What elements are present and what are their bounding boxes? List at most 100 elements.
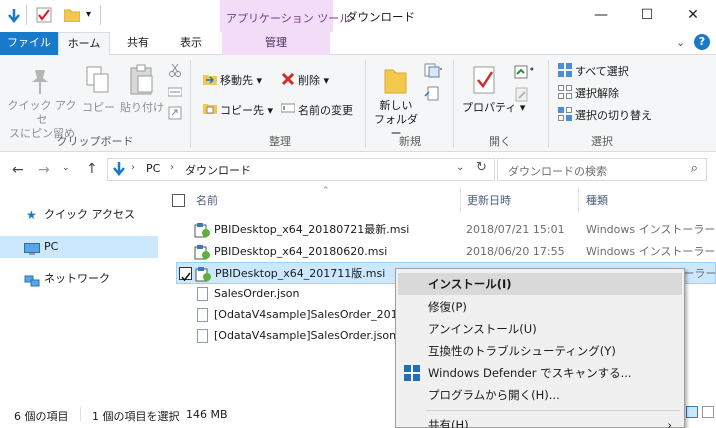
properties-icon: [472, 64, 498, 96]
column-header-type[interactable]: 種類: [586, 192, 608, 210]
cut-icon[interactable]: [168, 63, 182, 77]
quick-access-down-arrow-icon[interactable]: [6, 8, 22, 24]
clipboard-group-label: クリップボード: [56, 135, 134, 148]
file-name: PBIDesktop_x64_20180721最新.msi: [214, 223, 410, 236]
copy-to-button[interactable]: コピー先 ▾: [220, 102, 273, 118]
large-icons-view-icon[interactable]: [702, 406, 714, 418]
menu-item-repair[interactable]: 修復(P): [398, 296, 682, 318]
menu-item-open-with[interactable]: プログラムから開く(H)...: [398, 384, 682, 406]
pin-icon: [28, 66, 52, 96]
tab-share[interactable]: 共有: [118, 32, 158, 55]
select-group-label: 選択: [591, 135, 613, 148]
search-icon: ⌕: [690, 161, 698, 176]
new-folder-icon[interactable]: [63, 8, 81, 23]
nav-label-pc: PC: [44, 240, 59, 253]
tab-view[interactable]: 表示: [170, 32, 212, 55]
paste-shortcut-icon[interactable]: [168, 106, 182, 120]
status-size: 146 MB: [186, 408, 228, 421]
move-to-button[interactable]: 移動先 ▾: [220, 72, 262, 88]
address-dropdown-icon[interactable]: ⌄: [456, 162, 464, 173]
copy-icon: [85, 65, 111, 95]
menu-item-install[interactable]: インストール(I): [398, 273, 682, 295]
rename-button[interactable]: 名前の変更: [298, 102, 353, 118]
tab-home[interactable]: ホーム: [58, 32, 110, 56]
column-divider[interactable]: [460, 188, 461, 212]
nav-item-quick-access[interactable]: ★ クイック アクセス: [0, 204, 158, 226]
close-button[interactable]: ✕: [670, 0, 716, 30]
file-row[interactable]: PBIDesktop_x64_20180620.msi 2018/06/20 1…: [176, 241, 716, 263]
json-file-icon: [197, 308, 208, 322]
column-header-name[interactable]: 名前: [196, 192, 218, 210]
search-input[interactable]: ダウンロードの検索 ⌕: [497, 158, 707, 181]
sort-indicator-icon: ⌃: [322, 186, 330, 196]
json-file-icon: [197, 329, 208, 343]
breadcrumb-pc[interactable]: PC: [146, 162, 160, 175]
recent-locations-icon[interactable]: ⌄: [62, 163, 70, 173]
up-arrow-icon[interactable]: ↑: [86, 161, 98, 177]
forward-arrow-icon[interactable]: →: [38, 162, 50, 178]
column-divider[interactable]: [578, 188, 579, 212]
details-view-icon[interactable]: [686, 406, 698, 418]
open-icon[interactable]: [514, 62, 534, 80]
minimize-button[interactable]: —: [578, 0, 624, 30]
tab-file[interactable]: ファイル: [0, 32, 58, 55]
file-type: Windows インストーラー パッ: [586, 223, 716, 236]
customize-qat-icon[interactable]: ▾: [86, 9, 91, 20]
select-none-button[interactable]: 選択解除: [575, 85, 619, 101]
menu-item-share[interactable]: 共有(H) ›: [398, 414, 682, 428]
maximize-button[interactable]: ☐: [624, 0, 670, 30]
new-folder-large-icon: [382, 64, 408, 96]
copy-button[interactable]: コピー: [82, 99, 115, 115]
back-arrow-icon[interactable]: ←: [12, 162, 24, 178]
status-selected: 1 個の項目を選択: [92, 410, 180, 423]
delete-button[interactable]: 削除 ▾: [298, 72, 329, 88]
delete-icon: [281, 72, 295, 86]
open-group-label: 開く: [489, 135, 511, 148]
windows-defender-icon: [404, 365, 420, 381]
window-title: ダウンロード: [346, 10, 415, 24]
status-divider: [80, 407, 81, 421]
file-date: 2018/06/20 17:55: [466, 245, 565, 258]
tab-manage[interactable]: 管理: [222, 32, 330, 55]
breadcrumb-chevron-icon[interactable]: ›: [131, 162, 135, 173]
json-file-icon: [197, 287, 208, 301]
maximize-icon: ☐: [640, 7, 654, 23]
breadcrumb-chevron-icon[interactable]: ›: [170, 162, 174, 173]
menu-item-uninstall[interactable]: アンインストール(U): [398, 318, 682, 340]
nav-item-network[interactable]: ネットワーク: [0, 268, 158, 290]
easy-access-icon[interactable]: [424, 86, 442, 102]
nav-item-pc[interactable]: PC: [0, 236, 158, 258]
refresh-icon[interactable]: ↻: [476, 160, 487, 175]
invert-selection-icon: [558, 107, 572, 121]
select-all-checkbox[interactable]: [172, 194, 185, 207]
select-all-button[interactable]: すべて選択: [575, 63, 629, 79]
file-name: PBIDesktop_x64_20180620.msi: [214, 245, 388, 258]
status-item-count: 6 個の項目: [14, 410, 69, 423]
new-item-icon[interactable]: [424, 63, 442, 79]
ribbon-collapse-icon[interactable]: ⌄: [676, 36, 685, 49]
help-icon: ?: [698, 35, 706, 48]
invert-selection-button[interactable]: 選択の切り替え: [575, 107, 652, 123]
menu-item-defender-scan[interactable]: Windows Defender でスキャンする...: [398, 362, 682, 384]
select-all-icon: [558, 63, 572, 77]
row-checkbox-checked[interactable]: [179, 267, 192, 282]
context-menu: インストール(I) 修復(P) アンインストール(U) 互換性のトラブルシューテ…: [395, 268, 685, 428]
ribbon-separator: [453, 60, 454, 148]
select-none-icon: [558, 85, 572, 99]
address-bar[interactable]: [107, 158, 495, 181]
menu-item-troubleshoot-compatibility[interactable]: 互換性のトラブルシューティング(Y): [398, 340, 682, 362]
file-name: SalesOrder.json: [214, 287, 300, 300]
column-header-date[interactable]: 更新日時: [467, 192, 511, 210]
breadcrumb-downloads[interactable]: ダウンロード: [185, 162, 251, 178]
help-button[interactable]: ?: [694, 34, 710, 50]
new-group-label: 新規: [399, 135, 421, 148]
copy-path-icon[interactable]: [167, 86, 183, 98]
file-row[interactable]: PBIDesktop_x64_20180721最新.msi 2018/07/21…: [176, 219, 716, 241]
properties-check-icon[interactable]: [36, 7, 52, 23]
move-to-icon: [203, 72, 217, 86]
paste-button[interactable]: 貼り付け: [120, 99, 164, 115]
ribbon-separator: [548, 60, 549, 148]
title-separator-2: [100, 5, 101, 25]
paste-icon: [128, 64, 156, 96]
edit-icon[interactable]: [514, 86, 530, 102]
